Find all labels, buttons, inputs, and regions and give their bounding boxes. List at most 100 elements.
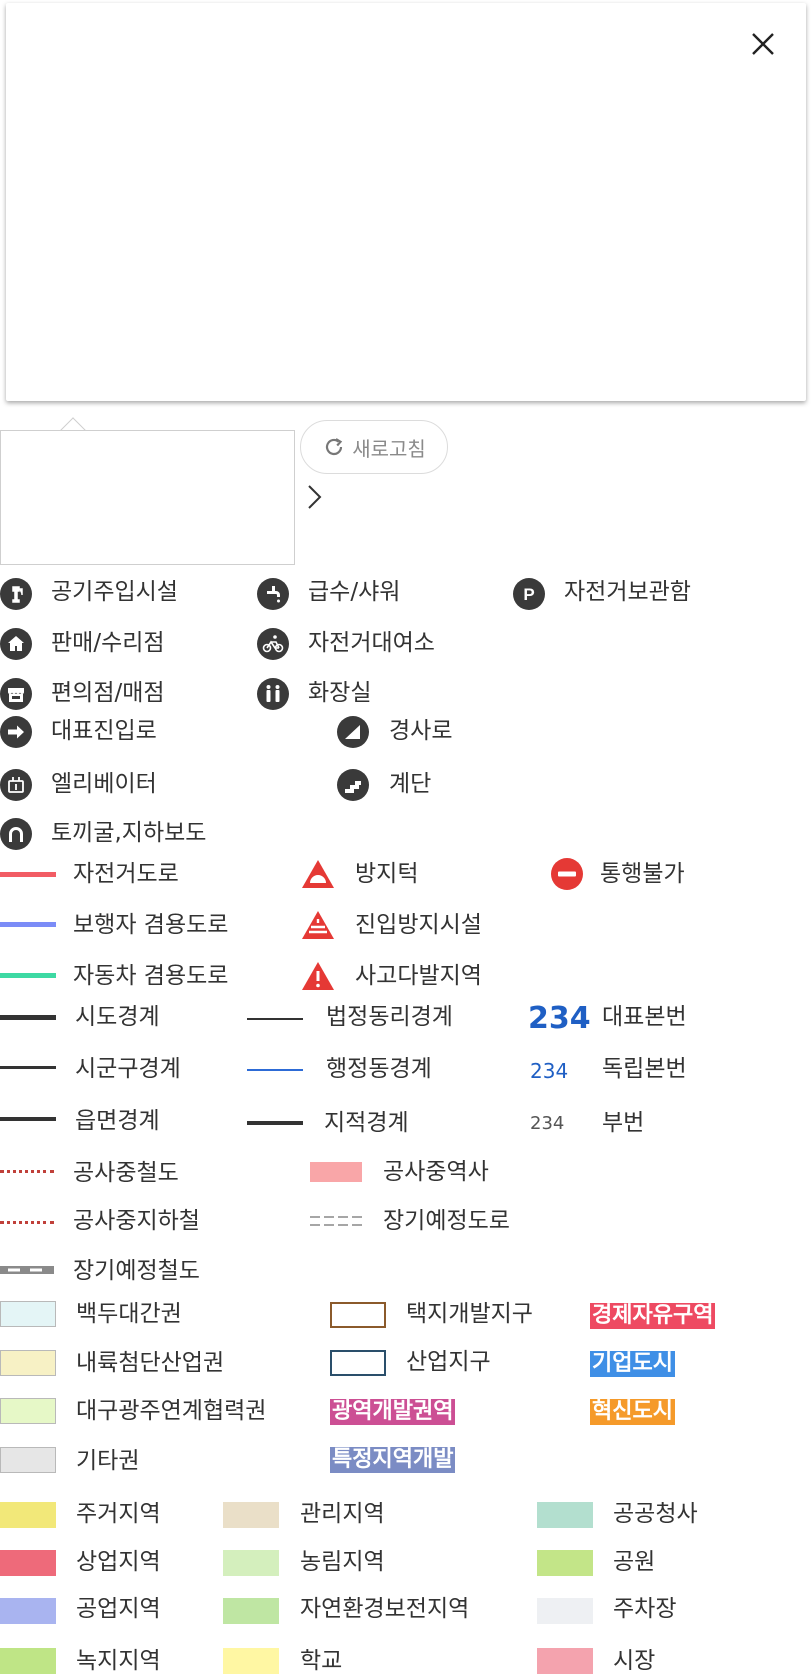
bike-road-swatch [0,872,56,877]
province-boundary-swatch [0,1015,56,1020]
car-road-swatch [0,973,56,978]
bicycle-icon [257,628,289,660]
shop-icon [0,628,32,660]
landuse-parking-label: 주차장 [613,1596,677,1622]
landuse-industrial-label: 공업지역 [76,1596,161,1622]
svg-text:P: P [523,585,534,604]
pedestrian-road-swatch [0,922,56,927]
landuse-green-label: 녹지지역 [76,1648,161,1674]
landuse-school-label: 학교 [300,1648,343,1674]
no-entry-icon [551,858,583,890]
road-car-label: 자동차 겸용도로 [73,963,229,989]
zone-daegu-gwangju-label: 대구광주연계협력권 [76,1398,267,1424]
facility-air-pump-label: 공기주입시설 [51,579,178,605]
construction-station-label: 공사중역사 [383,1159,489,1185]
zone-inland-label: 내륙첨단산업권 [76,1350,225,1376]
hazard-speed-bump-label: 방지턱 [355,861,419,887]
parcel-main-label: 대표본번 [602,1004,687,1030]
facility-water-shower-label: 급수/샤워 [308,579,401,605]
mini-map-box [0,430,295,565]
boundary-admin-dong-label: 행정동경계 [326,1056,432,1082]
landuse-agricultural-label: 농림지역 [300,1549,385,1575]
construction-planned-railway-label: 장기예정철도 [73,1258,200,1284]
facility-slope-label: 경사로 [389,718,453,744]
station-under-construction-swatch [310,1162,362,1182]
parcel-independent-number: 234 [530,1059,569,1083]
road-bike-label: 자전거도로 [73,861,179,887]
hazard-barrier-label: 진입방지시설 [355,912,482,938]
admin-dong-boundary-swatch [247,1069,303,1071]
management-swatch [223,1502,279,1528]
landuse-conservation-label: 자연환경보전지역 [300,1596,470,1622]
parcel-sub-label: 부번 [602,1110,645,1136]
warning-icon [302,962,334,990]
planned-railway-swatch [0,1266,54,1274]
faucet-icon [257,578,289,610]
park-swatch [537,1550,593,1576]
parcel-independent-label: 독립본번 [602,1056,687,1082]
refresh-button[interactable]: 새로고침 [300,420,448,474]
subway-under-construction-swatch [0,1221,54,1224]
air-pump-icon [0,578,32,610]
facility-main-entrance-label: 대표진입로 [51,718,157,744]
landuse-government-label: 공공청사 [613,1501,698,1527]
facility-elevator-label: 엘리베이터 [51,771,157,797]
facility-tunnel-label: 토끼굴,지하보도 [51,820,207,846]
refresh-icon [326,438,343,456]
boundary-cadastral-label: 지적경계 [324,1110,409,1136]
badge-free-economic-zone: 경제자유구역 [590,1303,716,1329]
cadastral-boundary-swatch [247,1121,303,1125]
agricultural-swatch [223,1550,279,1576]
landuse-residential-label: 주거지역 [76,1501,161,1527]
speed-bump-icon [302,860,334,888]
facility-restroom-label: 화장실 [308,680,372,706]
facility-stairs-label: 계단 [389,771,432,797]
badge-enterprise-city: 기업도시 [590,1351,675,1377]
elevator-icon [0,769,32,801]
other-zone-swatch [0,1447,56,1473]
zone-other-label: 기타권 [76,1448,140,1474]
industrial-district-swatch [330,1350,386,1376]
planned-road-swatch [310,1216,362,1226]
parking-lot-swatch [537,1598,593,1624]
boundary-province-label: 시도경계 [75,1004,160,1030]
construction-railway-label: 공사중철도 [73,1160,179,1186]
construction-subway-label: 공사중지하철 [73,1208,200,1234]
facility-store-label: 편의점/매점 [51,680,165,706]
district-industrial-label: 산업지구 [406,1349,491,1375]
store-icon [0,678,32,710]
landuse-management-label: 관리지역 [300,1501,385,1527]
arrow-right-icon [0,716,32,748]
info-popup [6,3,806,401]
parking-icon: P [513,578,545,610]
parcel-main-number: 234 [528,1001,591,1036]
tunnel-icon [0,818,32,850]
restroom-icon [257,678,289,710]
hazard-accident-label: 사고다발지역 [355,963,482,989]
inland-zone-swatch [0,1350,56,1376]
landuse-park-label: 공원 [613,1549,656,1575]
barrier-icon [302,911,334,939]
daegu-gwangju-zone-swatch [0,1398,56,1424]
facility-bike-rental-label: 자전거대여소 [308,630,435,656]
hazard-no-entry-label: 통행불가 [600,861,685,887]
refresh-label: 새로고침 [352,436,426,461]
parcel-sub-number: 234 [530,1113,565,1134]
boundary-town-label: 읍면경계 [75,1108,160,1134]
railway-under-construction-swatch [0,1170,54,1173]
boundary-legal-dong-label: 법정동리경계 [326,1004,453,1030]
road-pedestrian-label: 보행자 겸용도로 [73,912,229,938]
chevron-right-icon[interactable] [305,482,325,512]
construction-planned-road-label: 장기예정도로 [383,1208,510,1234]
town-boundary-swatch [0,1117,56,1121]
commercial-swatch [0,1550,56,1576]
badge-innovation-city: 혁신도시 [590,1399,675,1425]
zone-baekdu-label: 백두대간권 [76,1301,182,1327]
badge-metropolitan-development: 광역개발권역 [330,1399,456,1425]
school-swatch [223,1648,279,1674]
facility-shop-label: 판매/수리점 [51,630,165,656]
close-icon[interactable] [748,29,778,59]
legal-dong-boundary-swatch [247,1018,303,1020]
market-swatch [537,1648,593,1674]
government-office-swatch [537,1502,593,1528]
